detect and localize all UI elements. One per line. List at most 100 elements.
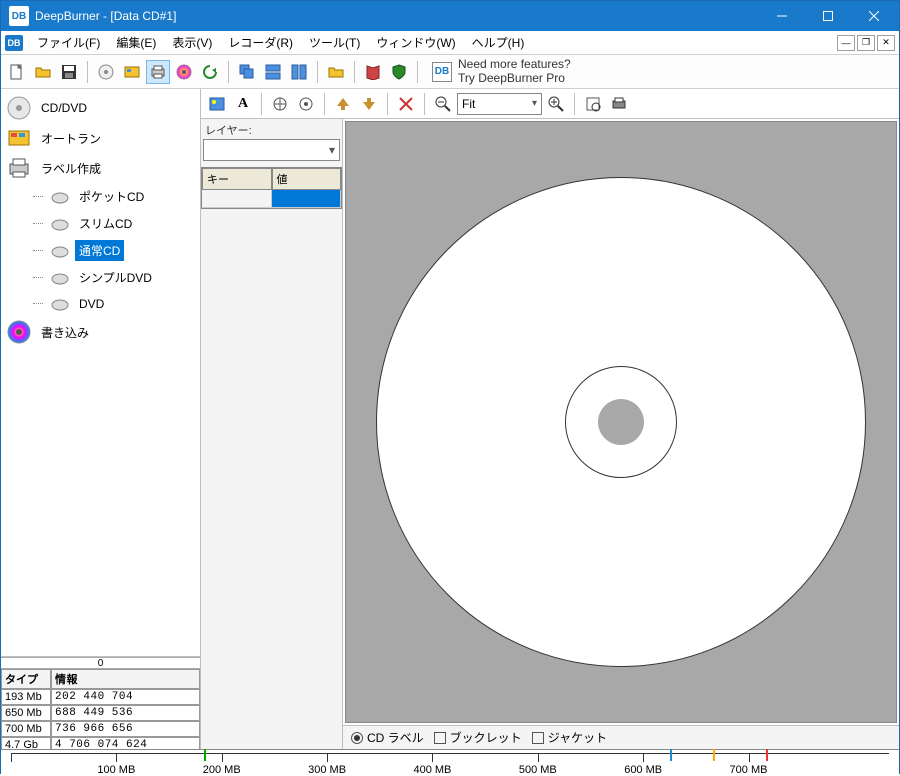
- disc-small-icon: [49, 214, 71, 234]
- arrow-up-icon: [335, 96, 351, 112]
- disc-small-icon: [49, 241, 71, 261]
- tree-dvd[interactable]: DVD: [3, 291, 198, 317]
- tab-jacket[interactable]: ジャケット: [532, 729, 607, 746]
- shield-icon: [391, 64, 407, 80]
- text-tool-button[interactable]: A: [231, 92, 255, 116]
- disc-small-icon: [49, 294, 71, 314]
- book-button[interactable]: [361, 60, 385, 84]
- zoom-out-button[interactable]: [431, 92, 455, 116]
- browse-button[interactable]: [324, 60, 348, 84]
- tree-cd-dvd[interactable]: CD/DVD: [3, 93, 198, 123]
- minimize-icon: [777, 11, 787, 21]
- menu-edit[interactable]: 編集(E): [108, 31, 164, 54]
- disc-small-icon: [49, 268, 71, 288]
- mdi-controls: — ❐ ✕: [837, 35, 895, 51]
- tree-label: ポケットCD: [75, 186, 148, 207]
- tab-booklet[interactable]: ブックレット: [434, 729, 522, 746]
- content-split: レイヤー: キー 値 CD ラベル: [201, 119, 899, 749]
- capacity-row[interactable]: 650 Mb688 449 536: [1, 705, 200, 721]
- preview-button[interactable]: [581, 92, 605, 116]
- capacity-row[interactable]: 700 Mb736 966 656: [1, 721, 200, 737]
- delete-button[interactable]: [394, 92, 418, 116]
- menu-view[interactable]: 表示(V): [164, 31, 220, 54]
- tree-label: DVD: [75, 295, 108, 313]
- menu-recorder[interactable]: レコーダ(R): [220, 31, 301, 54]
- tree-burn[interactable]: 書き込み: [3, 317, 198, 347]
- tree-pocket-cd[interactable]: ポケットCD: [3, 183, 198, 210]
- zoom-value: Fit: [462, 97, 475, 111]
- close-button[interactable]: [851, 1, 897, 31]
- cap-type: 700 Mb: [1, 721, 51, 737]
- shield-button[interactable]: [387, 60, 411, 84]
- tree-autorun[interactable]: オートラン: [3, 123, 198, 153]
- tile-h-button[interactable]: [261, 60, 285, 84]
- promo-logo: DB: [432, 62, 452, 82]
- capacity-row[interactable]: 193 Mb202 440 704: [1, 689, 200, 705]
- toolbar-sep: [87, 61, 88, 83]
- autorun-button[interactable]: [120, 60, 144, 84]
- save-button[interactable]: [57, 60, 81, 84]
- ruler-label: 100 MB: [97, 764, 135, 776]
- open-button[interactable]: [31, 60, 55, 84]
- minimize-button[interactable]: [759, 1, 805, 31]
- save-icon: [61, 64, 77, 80]
- col-key: キー: [202, 168, 272, 190]
- align-button[interactable]: [294, 92, 318, 116]
- tree-normal-cd[interactable]: 通常CD: [3, 237, 198, 264]
- promo-line1: Need more features?: [458, 58, 571, 72]
- image-tool-button[interactable]: [205, 92, 229, 116]
- menu-tools[interactable]: ツール(T): [301, 31, 368, 54]
- menu-help[interactable]: ヘルプ(H): [464, 31, 533, 54]
- print-button[interactable]: [607, 92, 631, 116]
- col-value: 値: [272, 168, 342, 190]
- mdi-minimize-button[interactable]: —: [837, 35, 855, 51]
- center-button[interactable]: [268, 92, 292, 116]
- app-logo: DB: [9, 6, 29, 26]
- toolbar-sep: [261, 93, 262, 115]
- property-row[interactable]: [202, 190, 341, 208]
- tree-label: シンプルDVD: [75, 267, 156, 288]
- tree-label: 書き込み: [37, 322, 93, 343]
- toolbar-sep: [324, 93, 325, 115]
- tile-v-button[interactable]: [287, 60, 311, 84]
- tree-slim-cd[interactable]: スリムCD: [3, 210, 198, 237]
- capacity-header: タイプ 情報: [1, 669, 200, 689]
- label-button[interactable]: [146, 60, 170, 84]
- mdi-close-button[interactable]: ✕: [877, 35, 895, 51]
- menu-window[interactable]: ウィンドウ(W): [368, 31, 463, 54]
- titlebar: DB DeepBurner - [Data CD#1]: [1, 1, 899, 31]
- burn-button[interactable]: [172, 60, 196, 84]
- promo-text: Need more features? Try DeepBurner Pro: [458, 58, 571, 86]
- toolbar-sep: [317, 61, 318, 83]
- autorun-icon: [124, 64, 140, 80]
- move-down-button[interactable]: [357, 92, 381, 116]
- tree-label-create[interactable]: ラベル作成: [3, 153, 198, 183]
- disc-button[interactable]: [94, 60, 118, 84]
- new-button[interactable]: [5, 60, 29, 84]
- align-icon: [298, 96, 314, 112]
- size-ruler: 100 MB 200 MB 300 MB 400 MB 500 MB 600 M…: [1, 749, 899, 775]
- close-icon: [869, 11, 879, 21]
- cascade-button[interactable]: [235, 60, 259, 84]
- maximize-button[interactable]: [805, 1, 851, 31]
- zoom-select[interactable]: Fit: [457, 93, 542, 115]
- window-title: DeepBurner - [Data CD#1]: [35, 9, 759, 23]
- tree-simple-dvd[interactable]: シンプルDVD: [3, 264, 198, 291]
- zoom-in-button[interactable]: [544, 92, 568, 116]
- layer-select[interactable]: [203, 139, 340, 161]
- folder-icon: [328, 64, 344, 80]
- label-canvas[interactable]: [345, 121, 897, 723]
- image-icon: [209, 96, 225, 112]
- tab-cd-label[interactable]: CD ラベル: [351, 729, 424, 746]
- mdi-restore-button[interactable]: ❐: [857, 35, 875, 51]
- menu-file[interactable]: ファイル(F): [29, 31, 108, 54]
- capacity-scale: 0: [1, 657, 200, 669]
- refresh-button[interactable]: [198, 60, 222, 84]
- ruler-label: 500 MB: [519, 764, 557, 776]
- toolbar-sep: [574, 93, 575, 115]
- promo-banner[interactable]: DB Need more features? Try DeepBurner Pr…: [432, 58, 571, 86]
- disc-preview[interactable]: [376, 177, 866, 667]
- move-up-button[interactable]: [331, 92, 355, 116]
- autorun-icon: [5, 126, 33, 150]
- burn-disc-icon: [5, 320, 33, 344]
